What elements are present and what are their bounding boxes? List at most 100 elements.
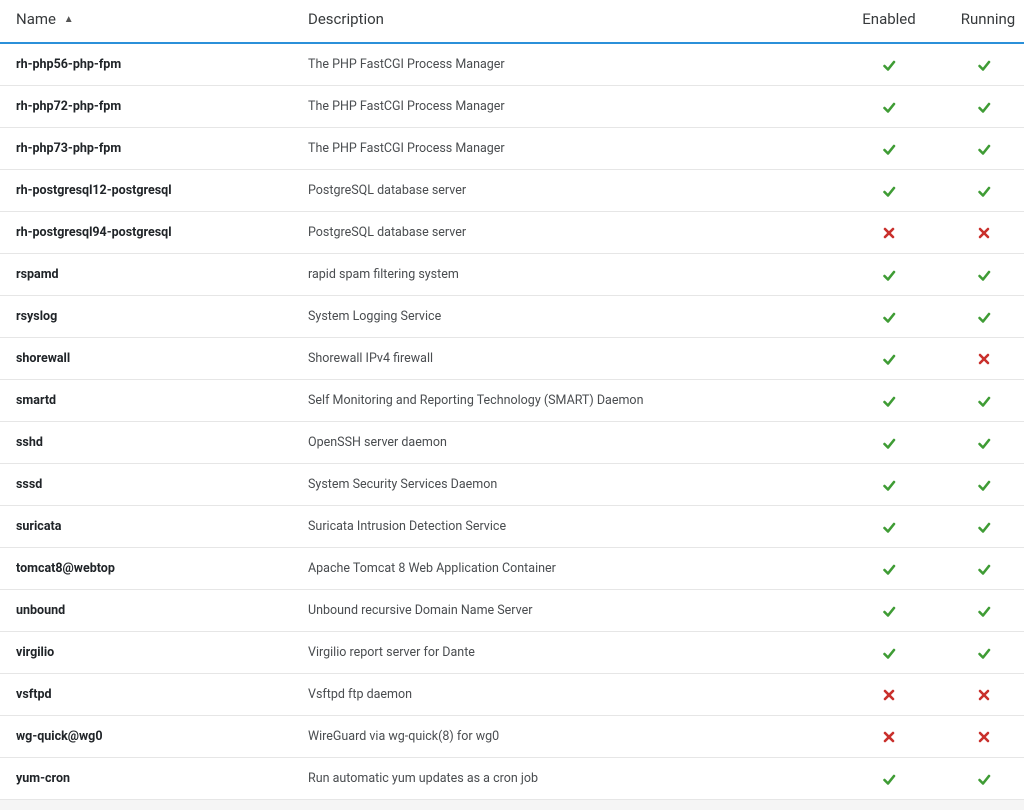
service-name-cell: wg-quick@wg0 xyxy=(0,716,300,758)
service-description-cell: Run automatic yum updates as a cron job xyxy=(300,758,834,800)
service-name-link[interactable]: rh-php73-php-fpm xyxy=(16,141,121,156)
check-icon xyxy=(977,646,991,660)
check-icon xyxy=(882,520,896,534)
service-name-link[interactable]: rsyslog xyxy=(16,309,57,324)
service-name-link[interactable]: yum-cron xyxy=(16,771,70,786)
column-header-name[interactable]: Name ▲ xyxy=(0,0,300,43)
service-running-cell xyxy=(944,548,1024,590)
service-enabled-cell xyxy=(834,212,944,254)
service-running-cell xyxy=(944,758,1024,800)
cross-icon xyxy=(977,352,991,366)
service-description: Suricata Intrusion Detection Service xyxy=(308,519,506,534)
service-name-link[interactable]: rh-php56-php-fpm xyxy=(16,57,121,72)
check-icon xyxy=(977,562,991,576)
service-name-cell: sssd xyxy=(0,464,300,506)
service-name-link[interactable]: virgilio xyxy=(16,645,54,660)
table-row: rh-php72-php-fpm The PHP FastCGI Process … xyxy=(0,86,1024,128)
column-header-description[interactable]: Description xyxy=(300,0,834,43)
service-description: Unbound recursive Domain Name Server xyxy=(308,603,533,618)
check-icon xyxy=(977,772,991,786)
service-description: Virgilio report server for Dante xyxy=(308,645,475,660)
service-description-cell: The PHP FastCGI Process Manager xyxy=(300,43,834,86)
service-description-cell: Suricata Intrusion Detection Service xyxy=(300,506,834,548)
service-name-cell: sshd xyxy=(0,422,300,464)
service-name-cell: rsyslog xyxy=(0,296,300,338)
cross-icon xyxy=(882,730,896,744)
service-description-cell: System Logging Service xyxy=(300,296,834,338)
service-enabled-cell xyxy=(834,674,944,716)
check-icon xyxy=(882,58,896,72)
column-header-running-label: Running xyxy=(961,10,1015,28)
table-row: rh-php56-php-fpm The PHP FastCGI Process … xyxy=(0,43,1024,86)
table-row: rh-php73-php-fpm The PHP FastCGI Process … xyxy=(0,128,1024,170)
service-description-cell: OpenSSH server daemon xyxy=(300,422,834,464)
service-enabled-cell xyxy=(834,758,944,800)
table-row: smartdSelf Monitoring and Reporting Tech… xyxy=(0,380,1024,422)
service-enabled-cell xyxy=(834,296,944,338)
service-running-cell xyxy=(944,590,1024,632)
column-header-running[interactable]: Running xyxy=(944,0,1024,43)
services-table: Name ▲ Description Enabled Running rh-ph… xyxy=(0,0,1024,800)
service-enabled-cell xyxy=(834,464,944,506)
cross-icon xyxy=(977,226,991,240)
service-description: WireGuard via wg-quick(8) for wg0 xyxy=(308,729,499,744)
service-description-cell: The PHP FastCGI Process Manager xyxy=(300,128,834,170)
service-running-cell xyxy=(944,716,1024,758)
service-name-link[interactable]: unbound xyxy=(16,603,65,618)
service-running-cell xyxy=(944,128,1024,170)
service-description: Shorewall IPv4 firewall xyxy=(308,351,433,366)
table-row: rh-postgresql12-postgresql PostgreSQL dat… xyxy=(0,170,1024,212)
service-running-cell xyxy=(944,43,1024,86)
service-description-cell: WireGuard via wg-quick(8) for wg0 xyxy=(300,716,834,758)
service-name-link[interactable]: wg-quick@wg0 xyxy=(16,729,103,744)
table-footer-gap xyxy=(0,800,1024,810)
service-name-cell: rh-postgresql12-postgresql xyxy=(0,170,300,212)
service-name-link[interactable]: rh-postgresql12-postgresql xyxy=(16,183,172,198)
service-running-cell xyxy=(944,296,1024,338)
service-name-cell: unbound xyxy=(0,590,300,632)
service-name-link[interactable]: rh-php72-php-fpm xyxy=(16,99,121,114)
service-name-link[interactable]: rh-postgresql94-postgresql xyxy=(16,225,172,240)
service-name-cell: shorewall xyxy=(0,338,300,380)
column-header-enabled[interactable]: Enabled xyxy=(834,0,944,43)
service-description-cell: Apache Tomcat 8 Web Application Containe… xyxy=(300,548,834,590)
service-name-link[interactable]: shorewall xyxy=(16,351,70,366)
service-name-link[interactable]: vsftpd xyxy=(16,687,52,702)
service-name-cell: rh-php73-php-fpm xyxy=(0,128,300,170)
check-icon xyxy=(882,142,896,156)
service-name-link[interactable]: rspamd xyxy=(16,267,59,282)
service-running-cell xyxy=(944,212,1024,254)
check-icon xyxy=(977,520,991,534)
service-name-link[interactable]: sssd xyxy=(16,477,42,492)
service-name-link[interactable]: tomcat8@webtop xyxy=(16,561,115,576)
service-running-cell xyxy=(944,338,1024,380)
table-row: unbound Unbound recursive Domain Name Ser… xyxy=(0,590,1024,632)
service-name-cell: suricata xyxy=(0,506,300,548)
service-description: Vsftpd ftp daemon xyxy=(308,687,412,702)
table-row: sssdSystem Security Services Daemon xyxy=(0,464,1024,506)
service-name-cell: rh-php72-php-fpm xyxy=(0,86,300,128)
service-name-cell: rh-postgresql94-postgresql xyxy=(0,212,300,254)
service-description: The PHP FastCGI Process Manager xyxy=(308,99,505,114)
service-name-link[interactable]: smartd xyxy=(16,393,56,408)
check-icon xyxy=(977,268,991,282)
service-name-cell: rh-php56-php-fpm xyxy=(0,43,300,86)
service-running-cell xyxy=(944,506,1024,548)
check-icon xyxy=(977,142,991,156)
cross-icon xyxy=(882,226,896,240)
check-icon xyxy=(882,436,896,450)
table-row: rspamdrapid spam filtering system xyxy=(0,254,1024,296)
check-icon xyxy=(977,478,991,492)
service-enabled-cell xyxy=(834,632,944,674)
service-running-cell xyxy=(944,674,1024,716)
service-description: PostgreSQL database server xyxy=(308,183,466,198)
cross-icon xyxy=(882,688,896,702)
service-enabled-cell xyxy=(834,43,944,86)
table-row: wg-quick@wg0 WireGuard via wg-quick(8) fo… xyxy=(0,716,1024,758)
service-name-link[interactable]: suricata xyxy=(16,519,61,534)
service-running-cell xyxy=(944,632,1024,674)
check-icon xyxy=(977,394,991,408)
check-icon xyxy=(882,646,896,660)
service-name-link[interactable]: sshd xyxy=(16,435,43,450)
check-icon xyxy=(882,478,896,492)
